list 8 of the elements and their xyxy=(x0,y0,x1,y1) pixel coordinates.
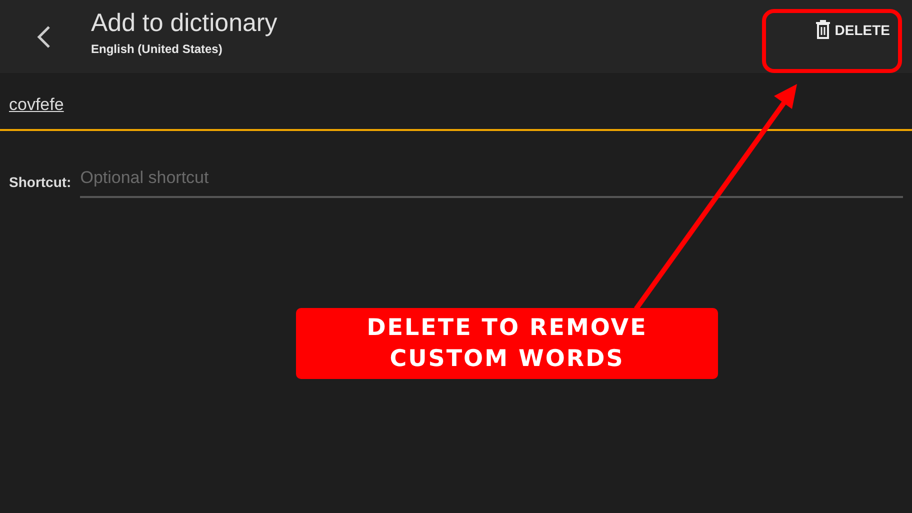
trash-icon xyxy=(814,20,831,39)
page-title: Add to dictionary xyxy=(91,8,278,38)
shortcut-label: Shortcut: xyxy=(9,174,72,190)
word-input-field[interactable]: covfefe xyxy=(0,93,912,131)
annotation-callout: DELETE TO REMOVE CUSTOM WORDS xyxy=(296,308,718,379)
language-subtitle: English (United States) xyxy=(91,42,224,56)
shortcut-input-field[interactable]: Optional shortcut xyxy=(80,165,903,198)
delete-button[interactable]: DELETE xyxy=(810,14,894,45)
